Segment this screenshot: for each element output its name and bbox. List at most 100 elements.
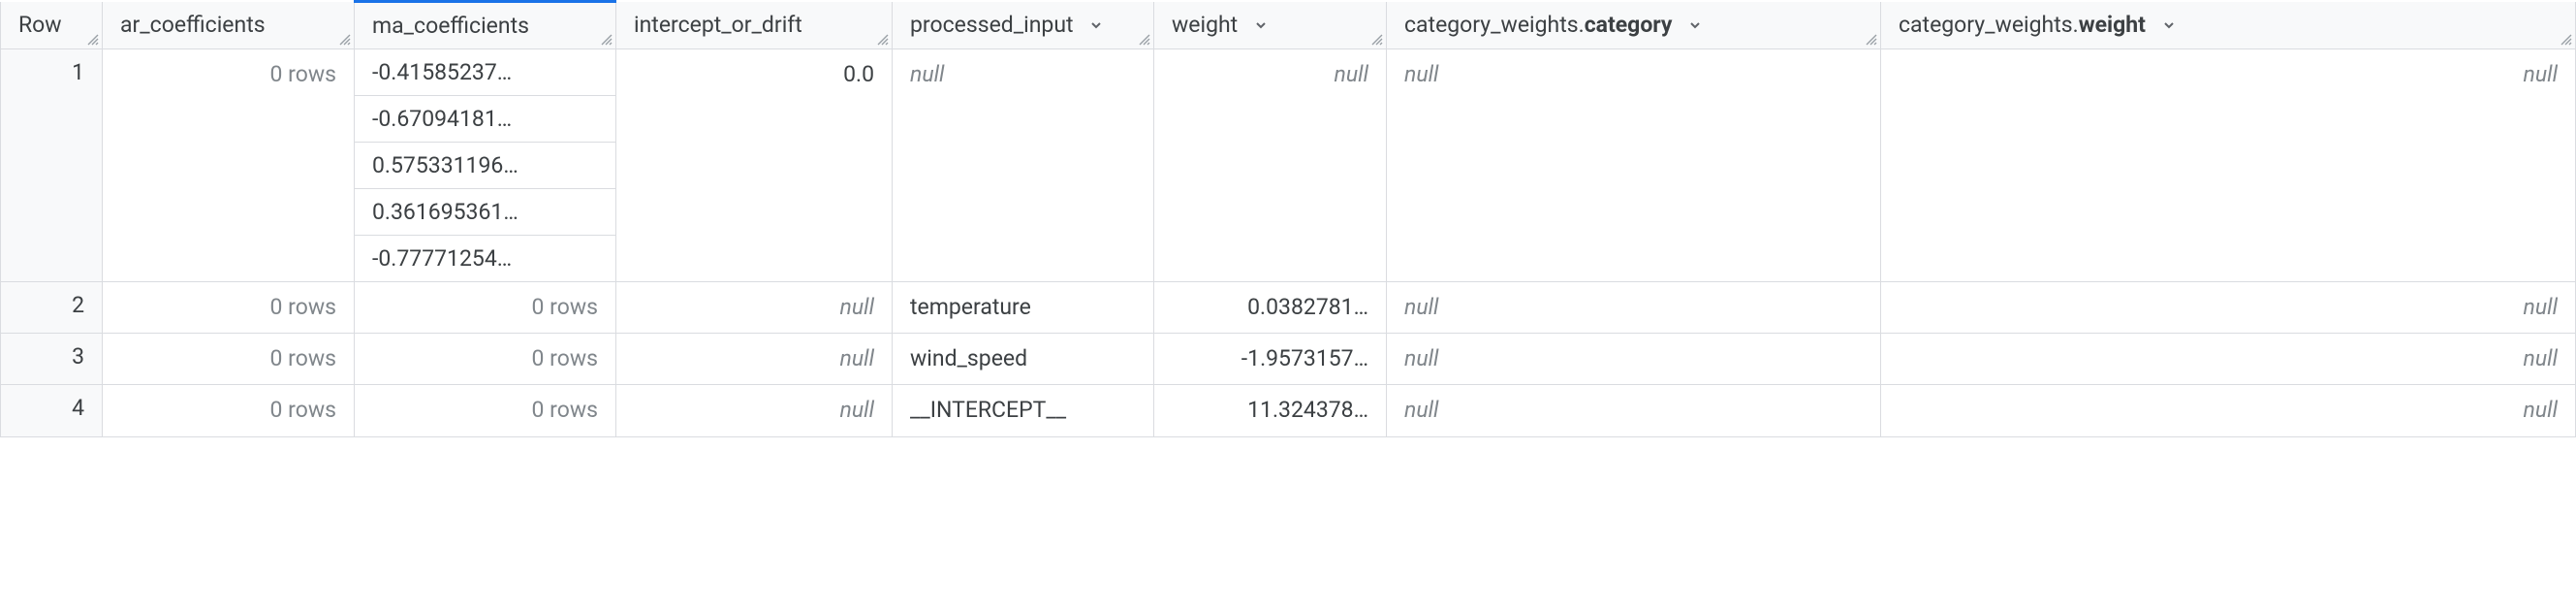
null-value: null <box>1881 282 2575 333</box>
col-header-label: intercept_or_drift <box>634 12 802 38</box>
null-value: null <box>1881 385 2575 435</box>
array-item: -0.77771254… <box>355 235 615 281</box>
cell-value: wind_speed <box>893 334 1153 384</box>
col-header-label: ma_coefficients <box>372 13 529 39</box>
table-row: 30 rows0 rowsnullwind_speed-1.9573157…nu… <box>1 334 2576 385</box>
zero-rows: 0 rows <box>103 49 354 100</box>
null-value: null <box>1387 49 1880 100</box>
zero-rows: 0 rows <box>355 334 615 384</box>
col-header-label: ar_coefficients <box>120 12 266 38</box>
cell-value: 0.0382781… <box>1154 282 1386 333</box>
header-row: Row ar_coefficients ma_coefficients inte… <box>1 2 2576 49</box>
cell-intercept-or-drift[interactable]: 0.0 <box>616 49 893 282</box>
resize-handle-icon[interactable] <box>599 32 613 46</box>
cell-intercept-or-drift[interactable]: null <box>616 282 893 334</box>
cell-ar-coefficients[interactable]: 0 rows <box>103 282 355 334</box>
cell-category-weight[interactable]: null <box>1881 49 2576 282</box>
cell-weight[interactable]: -1.9573157… <box>1154 334 1387 385</box>
null-value: null <box>1154 49 1386 100</box>
array-item: 0.361695361… <box>355 188 615 235</box>
col-header-label: processed_input <box>910 12 1074 38</box>
row-number: 1 <box>1 49 103 282</box>
resize-handle-icon[interactable] <box>1369 32 1383 46</box>
cell-ma-coefficients[interactable]: -0.41585237…-0.67094181…0.575331196…0.36… <box>355 49 616 282</box>
cell-value: 0.0 <box>616 49 892 100</box>
chevron-down-icon[interactable] <box>1253 13 1269 39</box>
cell-category[interactable]: null <box>1387 385 1881 436</box>
cell-weight[interactable]: 0.0382781… <box>1154 282 1387 334</box>
cell-processed-input[interactable]: wind_speed <box>893 334 1154 385</box>
col-header-row[interactable]: Row <box>1 2 103 49</box>
null-value: null <box>1881 334 2575 384</box>
col-header-weight[interactable]: weight <box>1154 2 1387 49</box>
col-header-label: Row <box>18 12 62 38</box>
cell-ma-coefficients[interactable]: 0 rows <box>355 385 616 436</box>
zero-rows: 0 rows <box>355 385 615 435</box>
array-item: -0.41585237… <box>355 49 615 95</box>
col-header-label-bold: weight <box>2079 12 2146 38</box>
cell-ar-coefficients[interactable]: 0 rows <box>103 334 355 385</box>
cell-ma-coefficients[interactable]: 0 rows <box>355 334 616 385</box>
table-row: 10 rows-0.41585237…-0.67094181…0.5753311… <box>1 49 2576 282</box>
resize-handle-icon[interactable] <box>1137 32 1150 46</box>
array-item: -0.67094181… <box>355 95 615 142</box>
row-number: 4 <box>1 385 103 436</box>
row-number: 2 <box>1 282 103 334</box>
zero-rows: 0 rows <box>103 282 354 333</box>
col-header-intercept-or-drift[interactable]: intercept_or_drift <box>616 2 893 49</box>
cell-category-weight[interactable]: null <box>1881 282 2576 334</box>
cell-ma-coefficients[interactable]: 0 rows <box>355 282 616 334</box>
cell-category-weight[interactable]: null <box>1881 334 2576 385</box>
resize-handle-icon[interactable] <box>1864 32 1877 46</box>
results-table: Row ar_coefficients ma_coefficients inte… <box>0 0 2576 437</box>
array-item: 0.575331196… <box>355 142 615 188</box>
col-header-label: weight <box>1172 12 1238 38</box>
cell-category[interactable]: null <box>1387 282 1881 334</box>
resize-handle-icon[interactable] <box>2559 32 2572 46</box>
chevron-down-icon[interactable] <box>1687 13 1703 39</box>
cell-category-weight[interactable]: null <box>1881 385 2576 436</box>
table-row: 20 rows0 rowsnulltemperature0.0382781…nu… <box>1 282 2576 334</box>
chevron-down-icon[interactable] <box>1088 13 1104 39</box>
cell-processed-input[interactable]: null <box>893 49 1154 282</box>
col-header-category-weight[interactable]: category_weights.weight <box>1881 2 2576 49</box>
cell-intercept-or-drift[interactable]: null <box>616 385 893 436</box>
null-value: null <box>1387 334 1880 384</box>
cell-weight[interactable]: 11.324378… <box>1154 385 1387 436</box>
cell-processed-input[interactable]: __INTERCEPT__ <box>893 385 1154 436</box>
col-header-ar-coefficients[interactable]: ar_coefficients <box>103 2 355 49</box>
col-header-label-prefix: category_weights. <box>1404 12 1585 38</box>
null-value: null <box>616 282 892 333</box>
row-number: 3 <box>1 334 103 385</box>
cell-category[interactable]: null <box>1387 49 1881 282</box>
resize-handle-icon[interactable] <box>85 32 99 46</box>
null-value: null <box>616 334 892 384</box>
null-value: null <box>1387 385 1880 435</box>
null-value: null <box>893 49 1153 100</box>
cell-processed-input[interactable]: temperature <box>893 282 1154 334</box>
cell-category[interactable]: null <box>1387 334 1881 385</box>
cell-value: temperature <box>893 282 1153 333</box>
cell-value: -1.9573157… <box>1154 334 1386 384</box>
col-header-label-bold: category <box>1585 12 1673 38</box>
cell-value: __INTERCEPT__ <box>893 385 1153 435</box>
col-header-ma-coefficients[interactable]: ma_coefficients <box>355 2 616 49</box>
cell-value: 11.324378… <box>1154 385 1386 435</box>
table-row: 40 rows0 rowsnull__INTERCEPT__11.324378…… <box>1 385 2576 436</box>
zero-rows: 0 rows <box>103 334 354 384</box>
cell-ar-coefficients[interactable]: 0 rows <box>103 385 355 436</box>
resize-handle-icon[interactable] <box>875 32 889 46</box>
zero-rows: 0 rows <box>103 385 354 435</box>
zero-rows: 0 rows <box>355 282 615 333</box>
col-header-processed-input[interactable]: processed_input <box>893 2 1154 49</box>
cell-intercept-or-drift[interactable]: null <box>616 334 893 385</box>
cell-weight[interactable]: null <box>1154 49 1387 282</box>
chevron-down-icon[interactable] <box>2161 13 2177 39</box>
col-header-category[interactable]: category_weights.category <box>1387 2 1881 49</box>
cell-ar-coefficients[interactable]: 0 rows <box>103 49 355 282</box>
null-value: null <box>1881 49 2575 100</box>
col-header-label-prefix: category_weights. <box>1899 12 2079 38</box>
resize-handle-icon[interactable] <box>337 32 351 46</box>
null-value: null <box>1387 282 1880 333</box>
null-value: null <box>616 385 892 435</box>
